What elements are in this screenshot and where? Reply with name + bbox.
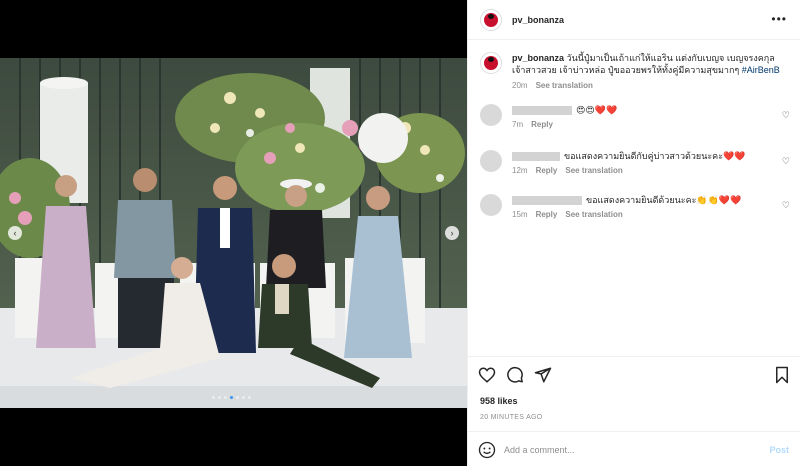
comment-body: ขอแสดงความยินดีด้วยนะคะ👏👏❤️❤️ 15m Reply … xyxy=(512,194,772,219)
post-side-panel: pv_bonanza ••• pv_bonanza วันนี้ปู๋มาเป็… xyxy=(467,0,800,466)
add-comment-bar: Post xyxy=(468,431,800,466)
commenter-username-redacted[interactable] xyxy=(512,105,572,115)
caption-username[interactable]: pv_bonanza xyxy=(512,53,564,63)
comment-like-heart-icon[interactable]: ♡ xyxy=(782,110,790,121)
likes-count[interactable]: 958 likes xyxy=(480,396,518,406)
carousel-dots xyxy=(212,396,251,399)
add-comment-input[interactable] xyxy=(504,444,744,455)
more-options-icon[interactable]: ••• xyxy=(771,12,787,26)
reply-link[interactable]: Reply xyxy=(536,166,558,175)
caption: pv_bonanza วันนี้ปู๋มาเป็นเถ้าแก่ให้แอริ… xyxy=(480,52,790,92)
see-translation-link[interactable]: See translation xyxy=(536,80,593,92)
see-translation-link[interactable]: See translation xyxy=(565,166,622,175)
comment-body: 😍😍❤️❤️ 7m Reply xyxy=(512,104,772,129)
comment-like-heart-icon[interactable]: ♡ xyxy=(782,156,790,167)
post-photo[interactable] xyxy=(0,58,467,408)
carousel-dot xyxy=(212,396,215,399)
post-actions: 958 likes 20 MINUTES AGO Post xyxy=(468,356,800,466)
reply-link[interactable]: Reply xyxy=(536,210,558,219)
commenter-username-redacted[interactable] xyxy=(512,151,560,161)
post-timestamp: 20 MINUTES AGO xyxy=(480,414,543,421)
author-avatar[interactable] xyxy=(480,8,502,31)
caption-body: pv_bonanza วันนี้ปู๋มาเป็นเถ้าแก่ให้แอริ… xyxy=(512,52,790,92)
caption-avatar[interactable] xyxy=(480,52,502,74)
chevron-right-icon[interactable]: › xyxy=(445,226,459,240)
action-icons xyxy=(478,366,552,384)
emoji-icon[interactable] xyxy=(478,441,496,459)
comment-text: ขอแสดงความยินดีด้วยนะคะ👏👏❤️❤️ xyxy=(586,195,742,205)
carousel-dot xyxy=(236,396,239,399)
comment-time: 12m xyxy=(512,166,528,175)
comment-time: 7m xyxy=(512,120,524,129)
author-username[interactable]: pv_bonanza xyxy=(512,15,564,25)
carousel-dot xyxy=(248,396,251,399)
see-translation-link[interactable]: See translation xyxy=(565,210,622,219)
share-icon[interactable] xyxy=(534,366,552,384)
carousel-dot xyxy=(224,396,227,399)
carousel-dot xyxy=(242,396,245,399)
comment-icon[interactable] xyxy=(506,366,524,384)
comment-text: 😍😍❤️❤️ xyxy=(576,104,618,115)
commenter-avatar[interactable] xyxy=(480,150,502,172)
comment-text: ขอแสดงความยินดีกับคู่บ่าวสาวด้วยนะคะ❤️❤️ xyxy=(564,151,746,161)
heart-icon[interactable] xyxy=(478,366,496,384)
commenter-username-redacted[interactable] xyxy=(512,195,582,205)
post-media: ‹ › xyxy=(0,0,467,466)
comment-item: 😍😍❤️❤️ 7m Reply ♡ xyxy=(480,104,790,129)
comment-time: 15m xyxy=(512,210,528,219)
chevron-left-icon[interactable]: ‹ xyxy=(8,226,22,240)
carousel-dot xyxy=(218,396,221,399)
commenter-avatar[interactable] xyxy=(480,104,502,126)
reply-link[interactable]: Reply xyxy=(531,120,553,129)
wedding-photo xyxy=(0,58,467,408)
bookmark-icon[interactable] xyxy=(773,366,791,384)
comment-item: ขอแสดงความยินดีด้วยนะคะ👏👏❤️❤️ 15m Reply … xyxy=(480,194,790,219)
instagram-post: ‹ › pv_bonanza ••• pv_bonanza วันนี้ปู๋ม… xyxy=(0,0,800,466)
caption-time: 20m xyxy=(512,81,528,90)
carousel-dot-active xyxy=(230,396,233,399)
post-header: pv_bonanza ••• xyxy=(468,0,800,40)
comment-item: ขอแสดงความยินดีกับคู่บ่าวสาวด้วยนะคะ❤️❤️… xyxy=(480,150,790,175)
comment-like-heart-icon[interactable]: ♡ xyxy=(782,200,790,211)
caption-hashtag[interactable]: #AirBenB xyxy=(742,65,780,75)
caption-meta: 20m See translation xyxy=(512,80,790,92)
comment-body: ขอแสดงความยินดีกับคู่บ่าวสาวด้วยนะคะ❤️❤️… xyxy=(512,150,772,175)
commenter-avatar[interactable] xyxy=(480,194,502,216)
post-comment-button[interactable]: Post xyxy=(769,445,789,455)
